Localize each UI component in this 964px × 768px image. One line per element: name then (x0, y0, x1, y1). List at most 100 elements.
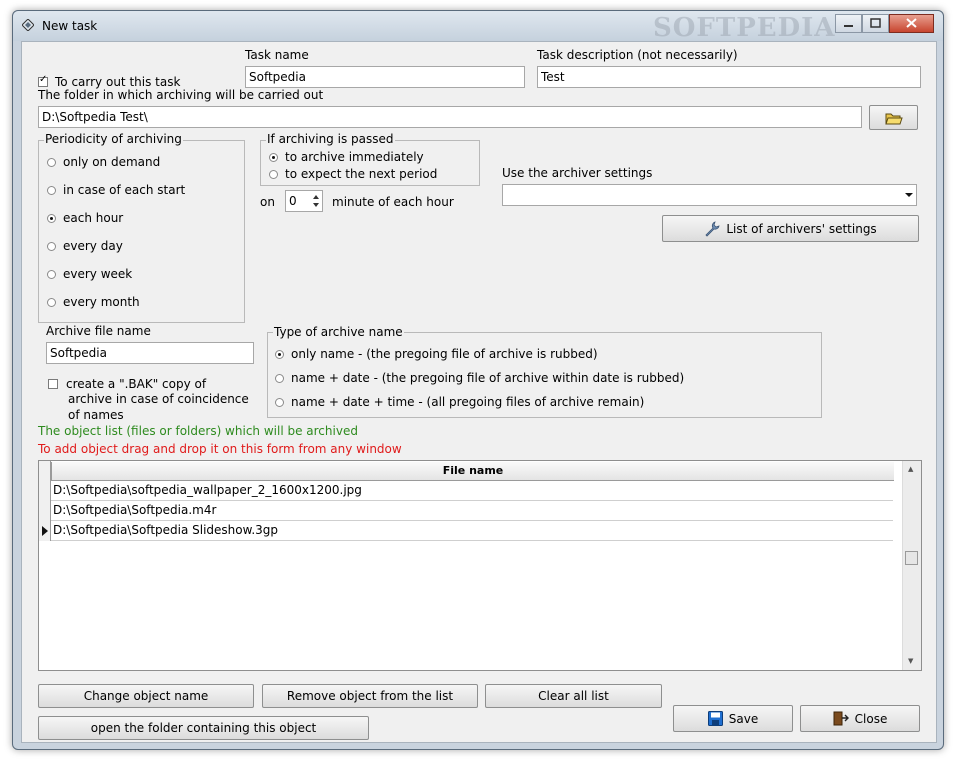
minimize-icon (844, 25, 853, 27)
bak-copy-label-line1: create a ".BAK" copy of (66, 377, 207, 391)
name-type-option-only-name[interactable]: only name - (the pregoing file of archiv… (275, 347, 598, 361)
radio-dot[interactable] (47, 241, 56, 251)
periodicity-option-each-hour[interactable]: each hour (47, 211, 123, 225)
radio-dot[interactable] (47, 269, 56, 279)
close-button[interactable]: Close (800, 705, 920, 732)
name-type-option-name-date-time[interactable]: name + date + time - (all pregoing files… (275, 395, 644, 409)
object-list-info-text: The object list (files or folders) which… (38, 424, 358, 438)
name-type-option-label: name + date - (the pregoing file of arch… (291, 371, 685, 385)
remove-object-button[interactable]: Remove object from the list (262, 684, 478, 708)
watermark-text: SOFTPEDIA (653, 13, 836, 43)
open-folder-icon (884, 113, 903, 124)
passed-option-label: to archive immediately (285, 150, 424, 164)
bak-copy-checkbox-box[interactable] (48, 379, 58, 389)
name-type-option-label: name + date + time - (all pregoing files… (291, 395, 645, 409)
save-button[interactable]: Save (673, 705, 793, 732)
save-label: Save (728, 711, 759, 726)
archive-file-name-input[interactable] (46, 342, 254, 364)
scroll-down-icon[interactable]: ▼ (908, 657, 913, 665)
save-icon (707, 711, 723, 726)
passed-option-label: to expect the next period (285, 167, 438, 181)
archiver-settings-select[interactable] (502, 184, 917, 206)
carry-out-checkbox[interactable]: To carry out this task (38, 74, 181, 89)
bak-copy-label-line3: of names (68, 408, 124, 422)
periodicity-option-every-week[interactable]: every week (47, 267, 132, 281)
form-client-area: To carry out this task Task name Task de… (21, 41, 937, 743)
scroll-thumb[interactable] (905, 551, 918, 565)
carry-out-checkbox-box[interactable] (38, 74, 48, 87)
clear-all-list-button[interactable]: Clear all list (485, 684, 662, 708)
current-row-pointer-icon (42, 526, 48, 536)
periodicity-option-label: in case of each start (63, 183, 186, 197)
passed-option-next-period[interactable]: to expect the next period (269, 167, 437, 181)
maximize-button[interactable] (862, 14, 889, 33)
change-object-name-button[interactable]: Change object name (38, 684, 254, 708)
radio-dot[interactable] (275, 373, 284, 383)
archiver-settings-label: Use the archiver settings (502, 166, 653, 180)
periodicity-option-label: every day (63, 239, 123, 253)
spinner-arrows-icon (313, 195, 319, 207)
minimize-button[interactable] (835, 14, 862, 33)
task-description-input[interactable] (537, 66, 921, 88)
object-list-scrollbar[interactable]: ▲ ▼ (902, 461, 921, 670)
close-window-button[interactable] (889, 14, 934, 33)
wrench-icon (705, 220, 720, 237)
radio-dot[interactable] (47, 297, 56, 307)
clear-all-list-label: Clear all list (538, 689, 609, 703)
close-label: Close (854, 711, 888, 726)
periodicity-option-on-demand[interactable]: only on demand (47, 155, 160, 169)
change-object-name-label: Change object name (83, 689, 209, 703)
scroll-up-icon[interactable]: ▲ (908, 465, 913, 473)
periodicity-option-label: every week (63, 267, 133, 281)
remove-object-label: Remove object from the list (286, 689, 454, 703)
periodicity-option-label: every month (63, 295, 140, 309)
open-containing-folder-button[interactable]: open the folder containing this object (38, 716, 369, 740)
list-archivers-settings-button[interactable]: List of archivers' settings (662, 215, 919, 242)
task-window: New task SOFTPEDIA To carry out this tas… (12, 10, 944, 750)
periodicity-option-each-start[interactable]: in case of each start (47, 183, 185, 197)
if-passed-title: If archiving is passed (266, 132, 395, 146)
radio-dot-selected[interactable] (269, 152, 278, 162)
exit-door-icon (833, 711, 849, 726)
title-bar[interactable]: New task SOFTPEDIA (13, 11, 943, 43)
drag-drop-hint-text: To add object drag and drop it on this f… (38, 442, 402, 456)
browse-folder-button[interactable] (869, 105, 918, 130)
table-row[interactable]: D:\Softpedia\Softpedia Slideshow.3gp (51, 521, 893, 541)
carry-out-label: To carry out this task (55, 75, 181, 89)
close-icon (906, 18, 917, 28)
periodicity-option-label: each hour (63, 211, 124, 225)
open-containing-folder-label: open the folder containing this object (90, 721, 317, 735)
name-type-option-name-date[interactable]: name + date - (the pregoing file of arch… (275, 371, 684, 385)
bak-copy-label-line2: archive in case of coincidence (68, 392, 249, 406)
folder-label: The folder in which archiving will be ca… (38, 88, 324, 102)
list-archivers-settings-label: List of archivers' settings (726, 221, 877, 236)
minute-spinner[interactable] (310, 192, 322, 210)
task-description-label: Task description (not necessarily) (537, 48, 738, 62)
window-title: New task (42, 19, 98, 33)
table-row[interactable]: D:\Softpedia\softpedia_wallpaper_2_1600x… (51, 481, 893, 501)
folder-path-input[interactable] (38, 106, 862, 128)
on-label: on (260, 195, 275, 209)
periodicity-title: Periodicity of archiving (44, 132, 183, 146)
passed-option-immediately[interactable]: to archive immediately (269, 150, 424, 164)
name-type-option-label: only name - (the pregoing file of archiv… (291, 347, 598, 361)
chevron-down-icon (905, 193, 913, 197)
periodicity-option-every-month[interactable]: every month (47, 295, 140, 309)
task-name-input[interactable] (245, 66, 525, 88)
object-list-grid[interactable]: File name D:\Softpedia\softpedia_wallpap… (38, 460, 922, 671)
archive-name-type-title: Type of archive name (273, 325, 404, 339)
archive-file-name-label: Archive file name (46, 324, 151, 338)
radio-dot[interactable] (47, 157, 56, 167)
maximize-icon (870, 18, 881, 28)
periodicity-option-every-day[interactable]: every day (47, 239, 123, 253)
radio-dot-selected[interactable] (47, 213, 56, 223)
task-name-label: Task name (245, 48, 309, 62)
radio-dot[interactable] (47, 185, 56, 195)
radio-dot-selected[interactable] (275, 349, 284, 359)
file-name-column-header[interactable]: File name (51, 462, 894, 481)
table-row[interactable]: D:\Softpedia\Softpedia.m4r (51, 501, 893, 521)
radio-dot[interactable] (275, 397, 284, 407)
minute-suffix-label: minute of each hour (332, 195, 454, 209)
periodicity-option-label: only on demand (63, 155, 161, 169)
radio-dot[interactable] (269, 169, 278, 179)
